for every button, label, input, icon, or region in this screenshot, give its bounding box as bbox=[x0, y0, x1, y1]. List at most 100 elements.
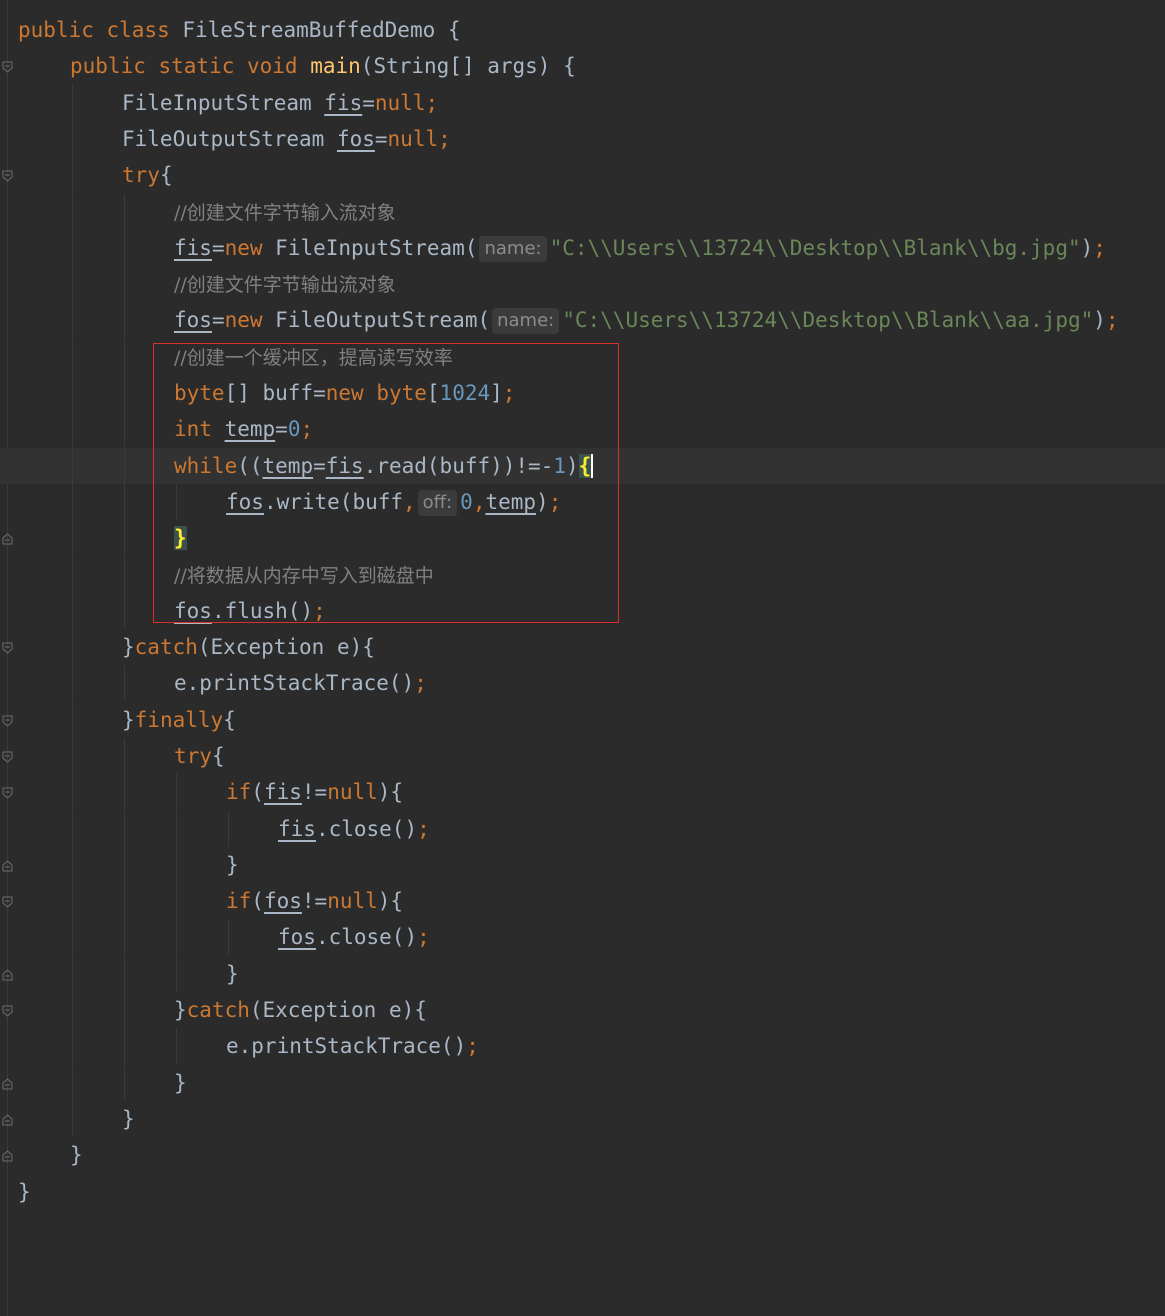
code-text[interactable]: } bbox=[226, 847, 239, 883]
semicolon-token[interactable]: ; bbox=[313, 599, 326, 623]
code-line[interactable]: public static void main(String[] args) { bbox=[0, 48, 1165, 84]
code-token[interactable]: .read(buff))!=- bbox=[364, 454, 554, 478]
keyword-token[interactable]: null bbox=[327, 780, 378, 804]
code-token[interactable]: = bbox=[212, 308, 225, 332]
code-token[interactable]: = bbox=[313, 454, 326, 478]
variable-token[interactable]: fis bbox=[324, 91, 362, 115]
code-text[interactable]: //创建文件字节输出流对象 bbox=[174, 266, 396, 303]
code-token[interactable]: = bbox=[212, 236, 225, 260]
variable-token[interactable]: temp bbox=[485, 490, 536, 514]
code-token[interactable]: } bbox=[122, 708, 135, 732]
variable-token[interactable]: fis bbox=[326, 454, 364, 478]
code-line[interactable]: fos.close(); bbox=[0, 919, 1165, 955]
semicolon-token[interactable]: ; bbox=[1093, 236, 1106, 260]
variable-token[interactable]: fis bbox=[264, 780, 302, 804]
code-token[interactable]: ) bbox=[1093, 308, 1106, 332]
code-text[interactable]: try{ bbox=[122, 157, 173, 193]
code-line[interactable]: fis.close(); bbox=[0, 811, 1165, 847]
code-text[interactable]: while((temp=fis.read(buff))!=-1){ bbox=[174, 448, 594, 484]
code-token[interactable]: != bbox=[302, 889, 327, 913]
code-token[interactable]: e.printStackTrace() bbox=[174, 671, 414, 695]
variable-token[interactable]: fos bbox=[337, 127, 375, 151]
code-text[interactable]: }catch(Exception e){ bbox=[122, 629, 375, 665]
code-text[interactable]: //创建一个缓冲区，提高读写效率 bbox=[174, 339, 453, 376]
variable-token[interactable]: fis bbox=[174, 236, 212, 260]
code-token[interactable]: } bbox=[226, 962, 239, 986]
code-line[interactable]: fis=new FileInputStream(name: "C:\\Users\… bbox=[0, 230, 1165, 266]
keyword-token[interactable]: while bbox=[174, 454, 237, 478]
variable-token[interactable]: fis bbox=[278, 817, 316, 841]
code-token[interactable]: ) bbox=[1081, 236, 1094, 260]
code-token[interactable]: e.printStackTrace() bbox=[226, 1034, 466, 1058]
variable-token[interactable]: fos bbox=[278, 925, 316, 949]
code-token[interactable]: } bbox=[226, 853, 239, 877]
number-token[interactable]: 0 bbox=[288, 417, 301, 441]
keyword-token[interactable]: public class bbox=[18, 18, 182, 42]
keyword-token[interactable]: byte bbox=[174, 381, 225, 405]
semicolon-token[interactable]: , bbox=[403, 490, 416, 514]
keyword-token[interactable]: byte bbox=[376, 381, 427, 405]
semicolon-token[interactable]: ; bbox=[414, 671, 427, 695]
code-token[interactable]: .close() bbox=[316, 817, 417, 841]
code-text[interactable]: fis.close(); bbox=[278, 811, 430, 847]
comment-text[interactable]: //将数据从内存中写入到磁盘中 bbox=[174, 565, 434, 587]
code-token[interactable]: FileInputStream( bbox=[275, 236, 477, 260]
code-text[interactable]: fos.flush(); bbox=[174, 593, 326, 629]
keyword-token[interactable]: null bbox=[388, 127, 439, 151]
semicolon-token[interactable]: ; bbox=[300, 417, 313, 441]
code-line[interactable]: } bbox=[0, 956, 1165, 992]
code-line[interactable]: } bbox=[0, 520, 1165, 556]
code-token[interactable]: ) bbox=[536, 490, 549, 514]
keyword-token[interactable]: if bbox=[226, 889, 251, 913]
keyword-token[interactable]: public static void bbox=[70, 54, 310, 78]
keyword-token[interactable]: try bbox=[122, 163, 160, 187]
semicolon-token[interactable]: ; bbox=[438, 127, 451, 151]
comment-text[interactable]: //创建一个缓冲区，提高读写效率 bbox=[174, 347, 453, 369]
code-line[interactable]: } bbox=[0, 1101, 1165, 1137]
code-token[interactable]: ) bbox=[566, 454, 579, 478]
keyword-token[interactable]: int bbox=[174, 417, 225, 441]
number-token[interactable]: 1 bbox=[553, 454, 566, 478]
semicolon-token[interactable]: ; bbox=[466, 1034, 479, 1058]
code-text[interactable]: fos.write(buff, off: 0,temp); bbox=[226, 484, 561, 520]
variable-token[interactable]: temp bbox=[225, 417, 276, 441]
code-line[interactable]: FileOutputStream fos=null; bbox=[0, 121, 1165, 157]
code-token[interactable]: ){ bbox=[378, 889, 403, 913]
code-line[interactable]: } bbox=[0, 1137, 1165, 1173]
string-literal-token[interactable]: "C:\\Users\\13724\\Desktop\\Blank\\bg.jp… bbox=[550, 236, 1081, 260]
code-text[interactable]: //将数据从内存中写入到磁盘中 bbox=[174, 557, 434, 594]
code-line[interactable]: fos.write(buff, off: 0,temp); bbox=[0, 484, 1165, 520]
code-line[interactable]: fos=new FileOutputStream(name: "C:\\Users… bbox=[0, 302, 1165, 338]
matched-brace-token[interactable]: { bbox=[578, 454, 592, 478]
number-token[interactable]: 0 bbox=[460, 490, 473, 514]
code-text[interactable]: fos=new FileOutputStream(name: "C:\\Users… bbox=[174, 302, 1119, 338]
code-token[interactable]: [] buff= bbox=[225, 381, 326, 405]
keyword-token[interactable]: new bbox=[326, 381, 377, 405]
code-line[interactable]: try{ bbox=[0, 157, 1165, 193]
code-token[interactable]: ( bbox=[251, 889, 264, 913]
semicolon-token[interactable]: ; bbox=[503, 381, 516, 405]
code-token[interactable]: (Exception e){ bbox=[198, 635, 375, 659]
code-token[interactable]: .close() bbox=[316, 925, 417, 949]
code-text[interactable]: byte[] buff=new byte[1024]; bbox=[174, 375, 515, 411]
method-name-token[interactable]: main bbox=[310, 54, 361, 78]
code-text[interactable]: FileOutputStream fos=null; bbox=[122, 121, 451, 157]
number-token[interactable]: 1024 bbox=[440, 381, 491, 405]
keyword-token[interactable]: new bbox=[225, 236, 276, 260]
code-text[interactable]: } bbox=[122, 1101, 135, 1137]
code-text[interactable]: if(fos!=null){ bbox=[226, 883, 403, 919]
semicolon-token[interactable]: ; bbox=[1106, 308, 1119, 332]
code-token[interactable]: (String[] args) { bbox=[361, 54, 576, 78]
code-line[interactable]: if(fis!=null){ bbox=[0, 774, 1165, 810]
code-token[interactable]: .write(buff bbox=[264, 490, 403, 514]
variable-token[interactable]: fos bbox=[174, 599, 212, 623]
code-token[interactable]: (( bbox=[237, 454, 262, 478]
code-line[interactable]: //创建文件字节输出流对象 bbox=[0, 266, 1165, 302]
code-token[interactable]: } bbox=[174, 998, 187, 1022]
code-token[interactable]: { bbox=[160, 163, 173, 187]
code-token[interactable]: } bbox=[174, 1071, 187, 1095]
code-token[interactable]: .flush() bbox=[212, 599, 313, 623]
code-text[interactable]: e.printStackTrace(); bbox=[174, 665, 427, 701]
semicolon-token[interactable]: ; bbox=[549, 490, 562, 514]
variable-token[interactable]: fos bbox=[174, 308, 212, 332]
